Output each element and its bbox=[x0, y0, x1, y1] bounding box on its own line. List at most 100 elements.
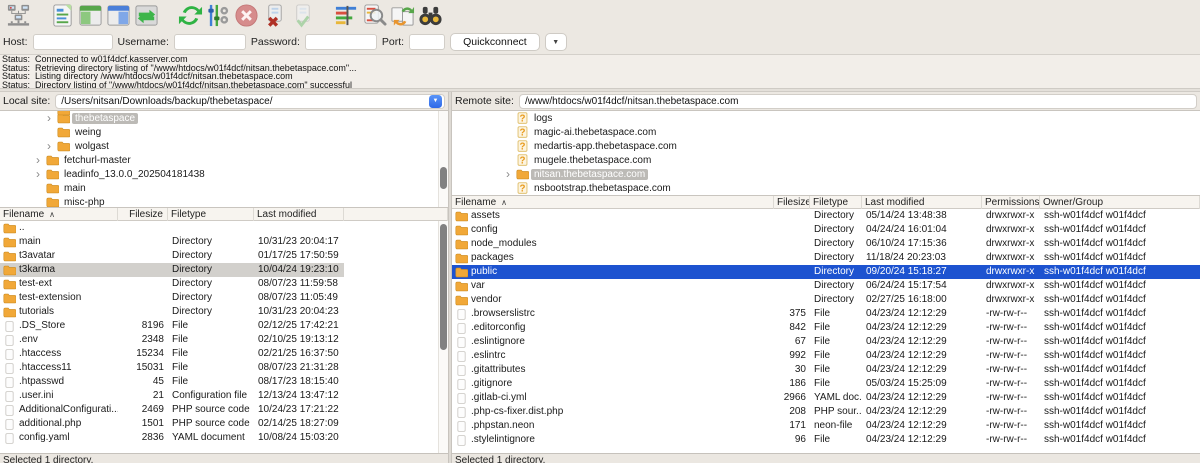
column-header-filename[interactable]: Filename∧ bbox=[0, 208, 118, 221]
permissions-cell: drwxrwxr-x bbox=[982, 223, 1040, 237]
disconnect-icon[interactable] bbox=[260, 1, 288, 29]
file-row[interactable]: mainDirectory10/31/23 20:04:17 bbox=[0, 235, 344, 249]
tree-item[interactable]: ?medartis-app.thebetaspace.com bbox=[452, 139, 1200, 153]
tree-item[interactable]: ?nsbootstrap.thebetaspace.com bbox=[452, 181, 1200, 195]
expand-arrow-icon[interactable]: › bbox=[47, 141, 57, 151]
file-row[interactable]: .gitlab-ci.yml2966YAML doc...04/23/24 12… bbox=[452, 391, 1200, 405]
file-row[interactable]: test-extDirectory08/07/23 11:59:58 bbox=[0, 277, 344, 291]
file-row[interactable]: .htaccess15234File02/21/25 16:37:50 bbox=[0, 347, 344, 361]
file-row[interactable]: vendorDirectory02/27/25 16:18:00drwxrwxr… bbox=[452, 293, 1200, 307]
last-modified-cell: 09/20/24 15:18:27 bbox=[862, 265, 982, 279]
expand-arrow-icon[interactable]: › bbox=[506, 169, 516, 179]
file-row[interactable]: .php-cs-fixer.dist.php208PHP sour...04/2… bbox=[452, 405, 1200, 419]
file-row[interactable]: t3karmaDirectory10/04/24 19:23:10 bbox=[0, 263, 344, 277]
cancel-transfer-icon[interactable] bbox=[232, 1, 260, 29]
owner-group-cell: ssh-w01f4dcf w01f4dcf bbox=[1040, 265, 1200, 279]
reconnect-icon[interactable] bbox=[288, 1, 316, 29]
tree-item[interactable]: ?logs bbox=[452, 111, 1200, 125]
tree-item-label: fetchurl-master bbox=[61, 155, 134, 166]
tree-item[interactable]: › fetchurl-master bbox=[0, 153, 448, 167]
file-row[interactable]: .. bbox=[0, 221, 344, 235]
expand-arrow-icon[interactable]: › bbox=[36, 155, 46, 165]
tree-item[interactable]: ?mugele.thebetaspace.com bbox=[452, 153, 1200, 167]
file-row[interactable]: .stylelintignore96File04/23/24 12:12:29-… bbox=[452, 433, 1200, 447]
file-row[interactable]: test-extensionDirectory08/07/23 11:05:49 bbox=[0, 291, 344, 305]
permissions-cell: -rw-rw-r-- bbox=[982, 405, 1040, 419]
filename-text: vendor bbox=[471, 293, 502, 307]
local-tree-toggle-icon[interactable] bbox=[76, 1, 104, 29]
refresh-icon[interactable] bbox=[176, 1, 204, 29]
file-row[interactable]: config.yaml2836YAML document10/08/24 15:… bbox=[0, 431, 344, 445]
file-row[interactable]: tutorialsDirectory10/31/23 20:04:23 bbox=[0, 305, 344, 319]
filesize-cell: 842 bbox=[774, 321, 810, 335]
find-files-icon[interactable] bbox=[416, 1, 444, 29]
last-modified-cell: 04/23/24 12:12:29 bbox=[862, 307, 982, 321]
file-row[interactable]: .gitattributes30File04/23/24 12:12:29-rw… bbox=[452, 363, 1200, 377]
file-row[interactable]: varDirectory06/24/24 15:17:54drwxrwxr-xs… bbox=[452, 279, 1200, 293]
column-header-last-modified[interactable]: Last modified bbox=[862, 196, 982, 209]
tree-item[interactable]: misc-php bbox=[0, 195, 448, 208]
tree-item[interactable]: ›leadinfo_13.0.0_202504181438 bbox=[0, 167, 448, 181]
transfer-queue-toggle-icon[interactable] bbox=[132, 1, 160, 29]
file-row[interactable]: assetsDirectory05/14/24 13:48:38drwxrwxr… bbox=[452, 209, 1200, 223]
file-row[interactable]: .gitignore186File05/03/24 15:25:09-rw-rw… bbox=[452, 377, 1200, 391]
file-row[interactable]: .htaccess1115031File08/07/23 21:31:28 bbox=[0, 361, 344, 375]
password-input[interactable] bbox=[305, 34, 377, 50]
synchronized-browsing-icon[interactable] bbox=[388, 1, 416, 29]
local-site-combobox[interactable]: /Users/nitsan/Downloads/backup/thebetasp… bbox=[55, 94, 445, 109]
tree-item-label: medartis-app.thebetaspace.com bbox=[531, 141, 680, 152]
directory-comparison-icon[interactable] bbox=[360, 1, 388, 29]
column-header-filesize[interactable]: Filesize bbox=[118, 208, 168, 221]
file-row[interactable]: packagesDirectory11/18/24 20:23:03drwxrw… bbox=[452, 251, 1200, 265]
quickconnect-button[interactable]: Quickconnect bbox=[450, 33, 540, 51]
scrollbar-thumb[interactable] bbox=[440, 167, 447, 189]
file-row[interactable]: .DS_Store8196File02/12/25 17:42:21 bbox=[0, 319, 344, 333]
port-input[interactable] bbox=[409, 34, 445, 50]
tree-item[interactable]: ?magic-ai.thebetaspace.com bbox=[452, 125, 1200, 139]
column-header-filetype[interactable]: Filetype bbox=[168, 208, 254, 221]
file-row[interactable]: .user.ini21Configuration file12/13/24 13… bbox=[0, 389, 344, 403]
remote-site-combobox[interactable]: /www/htdocs/w01f4dcf/nitsan.thebetaspace… bbox=[519, 94, 1197, 109]
scrollbar-thumb[interactable] bbox=[440, 224, 447, 350]
file-row[interactable]: .editorconfig842File04/23/24 12:12:29-rw… bbox=[452, 321, 1200, 335]
file-row[interactable]: .browserslistrc375File04/23/24 12:12:29-… bbox=[452, 307, 1200, 321]
file-row[interactable]: AdditionalConfigurati...2469PHP source c… bbox=[0, 403, 344, 417]
remote-tree-toggle-icon[interactable] bbox=[104, 1, 132, 29]
file-row[interactable]: publicDirectory09/20/24 15:18:27drwxrwxr… bbox=[452, 265, 1200, 279]
tree-item[interactable]: main bbox=[0, 181, 448, 195]
file-row[interactable]: .phpstan.neon171neon-file04/23/24 12:12:… bbox=[452, 419, 1200, 433]
local-list-scrollbar[interactable] bbox=[438, 221, 448, 453]
queue-processing-icon[interactable] bbox=[204, 1, 232, 29]
expand-arrow-icon[interactable]: › bbox=[36, 169, 46, 179]
column-header-filesize[interactable]: Filesize bbox=[774, 196, 810, 209]
file-row[interactable]: additional.php1501PHP source code02/14/2… bbox=[0, 417, 344, 431]
tree-item[interactable]: ›wolgast bbox=[0, 139, 448, 153]
sort-ascending-icon: ∧ bbox=[501, 198, 507, 207]
directory-listing-filters-icon[interactable] bbox=[332, 1, 360, 29]
quickconnect-dropdown-icon[interactable]: ▼ bbox=[545, 33, 567, 51]
tree-item[interactable]: weing bbox=[0, 125, 448, 139]
site-manager-icon[interactable] bbox=[4, 1, 32, 29]
local-site-dropdown-icon[interactable]: ▼ bbox=[429, 95, 442, 108]
logview-toggle-icon[interactable] bbox=[48, 1, 76, 29]
local-tree-scrollbar[interactable] bbox=[438, 111, 448, 207]
host-input[interactable] bbox=[33, 34, 113, 50]
file-row[interactable]: node_modulesDirectory06/10/24 17:15:36dr… bbox=[452, 237, 1200, 251]
file-row[interactable]: .env2348File02/10/25 19:13:12 bbox=[0, 333, 344, 347]
file-row[interactable]: .eslintrc992File04/23/24 12:12:29-rw-rw-… bbox=[452, 349, 1200, 363]
file-row[interactable]: t3avatarDirectory01/17/25 17:50:59 bbox=[0, 249, 344, 263]
column-header-owner-group[interactable]: Owner/Group bbox=[1040, 196, 1200, 209]
column-header-filename[interactable]: Filename∧ bbox=[452, 196, 774, 209]
file-row[interactable]: .htpasswd45File08/17/23 18:15:40 bbox=[0, 375, 344, 389]
filetype-cell: Configuration file bbox=[168, 389, 254, 403]
username-input[interactable] bbox=[174, 34, 246, 50]
column-header-filetype[interactable]: Filetype bbox=[810, 196, 862, 209]
permissions-cell: -rw-rw-r-- bbox=[982, 363, 1040, 377]
file-row[interactable]: configDirectory04/24/24 16:01:04drwxrwxr… bbox=[452, 223, 1200, 237]
column-header-last-modified[interactable]: Last modified bbox=[254, 208, 344, 221]
filename-cell: .php-cs-fixer.dist.php bbox=[452, 405, 774, 419]
column-header-permissions[interactable]: Permissions bbox=[982, 196, 1040, 209]
tree-item[interactable]: ›nitsan.thebetaspace.com bbox=[452, 167, 1200, 181]
file-row[interactable]: .eslintignore67File04/23/24 12:12:29-rw-… bbox=[452, 335, 1200, 349]
filetype-cell: Directory bbox=[810, 251, 862, 265]
